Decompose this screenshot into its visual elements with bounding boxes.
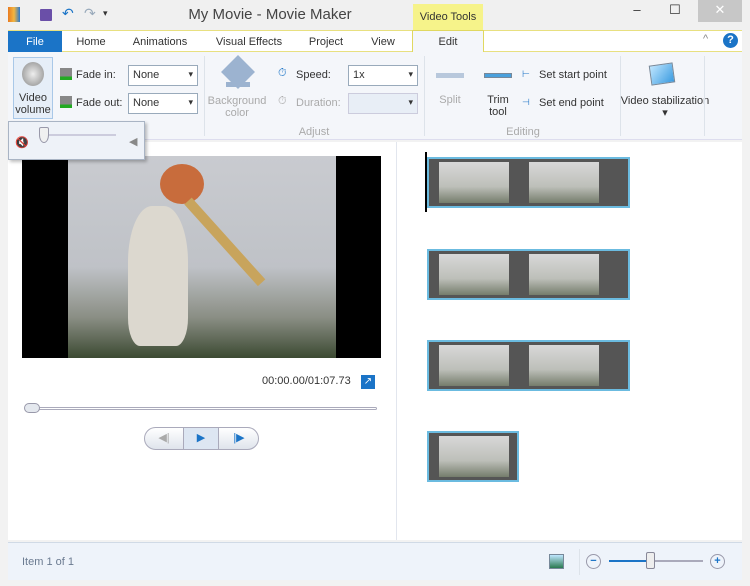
- thumbnail-size-icon[interactable]: [549, 554, 564, 569]
- fade-out-label: Fade out:: [76, 97, 123, 109]
- video-stabilization-icon: [648, 62, 676, 86]
- video-volume-label: Video volume: [15, 92, 51, 116]
- video-preview[interactable]: [22, 156, 381, 358]
- tab-animations[interactable]: Animations: [120, 31, 200, 53]
- volume-max-icon: ◀: [129, 136, 138, 148]
- zoom-slider-thumb[interactable]: [646, 552, 655, 569]
- speed-dropdown[interactable]: 1x: [348, 65, 418, 86]
- set-end-point-button[interactable]: Set end point: [539, 97, 604, 109]
- collapse-ribbon-icon[interactable]: ^: [703, 33, 708, 45]
- video-tools-label: Video Tools: [413, 4, 483, 30]
- help-icon[interactable]: ?: [723, 33, 738, 48]
- zoom-slider-fill: [609, 560, 651, 562]
- editing-group-label: Editing: [506, 126, 540, 138]
- storyboard: [398, 142, 742, 540]
- bird-beak: [184, 197, 266, 287]
- zoom-in-button[interactable]: +: [710, 554, 725, 569]
- set-end-point-icon: ⊣: [522, 97, 530, 107]
- minimize-button[interactable]: ‒: [622, 0, 652, 22]
- adjust-group-label: Adjust: [298, 126, 330, 138]
- tab-file[interactable]: File: [8, 31, 62, 53]
- tab-view[interactable]: View: [360, 31, 406, 53]
- fade-out-dropdown[interactable]: None: [128, 93, 198, 114]
- clip[interactable]: [427, 249, 630, 300]
- ribbon-tabs: File Home Animations Visual Effects Proj…: [8, 30, 742, 53]
- status-bar: Item 1 of 1 − +: [8, 542, 742, 580]
- fade-out-icon: [60, 96, 72, 108]
- clip[interactable]: [427, 431, 519, 482]
- fade-in-label: Fade in:: [76, 69, 116, 81]
- set-start-point-icon: ⊢: [522, 69, 530, 79]
- trim-tool-button[interactable]: Trim tool: [482, 94, 514, 118]
- background-color-button[interactable]: Background color: [206, 95, 268, 119]
- duration-label: Duration:: [296, 97, 341, 109]
- speaker-icon: [22, 62, 44, 86]
- previous-frame-button[interactable]: ◀|: [145, 428, 183, 449]
- bird-head: [160, 164, 204, 204]
- duration-icon: ⏱: [278, 95, 287, 107]
- status-text: Item 1 of 1: [22, 556, 74, 568]
- volume-slider-thumb[interactable]: [39, 127, 49, 143]
- video-stabilization-button[interactable]: Video stabilization ▾: [620, 95, 710, 119]
- video-volume-popup: 🔇 ◀: [8, 121, 145, 160]
- main-area: 00:00.00/01:07.73 ↗ ◀| ▶ |▶: [8, 142, 742, 540]
- clip[interactable]: [427, 340, 630, 391]
- bird-body: [128, 206, 188, 346]
- mute-icon: 🔇: [15, 137, 29, 149]
- trim-tool-icon: [484, 73, 512, 78]
- seek-thumb[interactable]: [24, 403, 40, 413]
- split-icon: [436, 73, 464, 78]
- playback-controls: ◀| ▶ |▶: [144, 427, 259, 450]
- tab-edit[interactable]: Edit: [412, 30, 484, 53]
- video-frame-image: [68, 156, 336, 358]
- time-display: 00:00.00/01:07.73: [262, 375, 351, 387]
- speed-icon: ⏱: [278, 67, 287, 79]
- seek-bar[interactable]: [30, 407, 377, 410]
- split-button[interactable]: Split: [432, 94, 468, 106]
- maximize-button[interactable]: ☐: [660, 0, 690, 22]
- fade-in-dropdown[interactable]: None: [128, 65, 198, 86]
- fade-in-icon: [60, 68, 72, 80]
- zoom-out-button[interactable]: −: [586, 554, 601, 569]
- speed-label: Speed:: [296, 69, 331, 81]
- tab-home[interactable]: Home: [64, 31, 118, 53]
- clip[interactable]: [427, 157, 630, 208]
- close-button[interactable]: ✕: [698, 0, 742, 22]
- preview-pane: 00:00.00/01:07.73 ↗ ◀| ▶ |▶: [8, 142, 397, 540]
- tab-visual-effects[interactable]: Visual Effects: [204, 31, 294, 53]
- tab-project[interactable]: Project: [298, 31, 354, 53]
- next-frame-button[interactable]: |▶: [219, 428, 258, 449]
- fullscreen-icon[interactable]: ↗: [361, 375, 375, 389]
- volume-slider[interactable]: [41, 134, 116, 136]
- video-volume-button[interactable]: Video volume: [13, 57, 53, 119]
- title-bar: ↶ ↷ ▾ My Movie - Movie Maker Video Tools…: [0, 0, 750, 30]
- play-button[interactable]: ▶: [183, 428, 219, 449]
- video-stabilization-label: Video stabilization: [620, 95, 710, 107]
- duration-dropdown[interactable]: [348, 93, 418, 114]
- set-start-point-button[interactable]: Set start point: [539, 69, 607, 81]
